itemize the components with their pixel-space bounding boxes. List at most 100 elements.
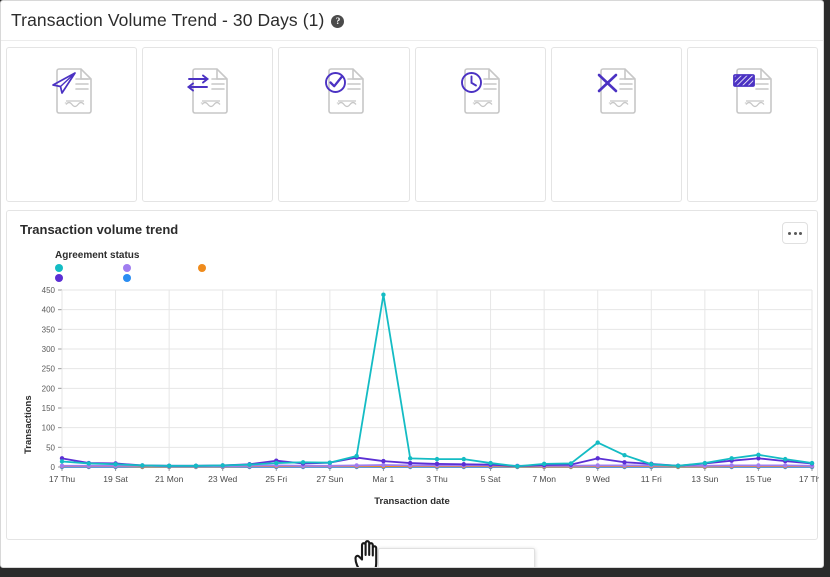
- kpi-card-completed[interactable]: x: [278, 47, 409, 202]
- legend-color-swatch: [198, 264, 206, 272]
- data-point[interactable]: [408, 461, 412, 465]
- data-point[interactable]: [113, 462, 117, 466]
- panel-header: Transaction volume trend: [7, 211, 817, 244]
- legend-item-in-progress[interactable]: [55, 274, 123, 282]
- x-tick-label: 27 Sun: [316, 474, 343, 484]
- data-point[interactable]: [622, 460, 626, 464]
- x-tick-label: 23 Wed: [208, 474, 237, 484]
- paper-plane-document-icon: x: [44, 61, 100, 123]
- help-circle-icon[interactable]: ?: [331, 15, 344, 28]
- chart-plot-area: Transactions 050100150200250300350400450…: [7, 282, 817, 514]
- check-circle-document-icon: x: [316, 61, 372, 123]
- data-point[interactable]: [462, 457, 466, 461]
- y-tick-label: 250: [42, 365, 56, 374]
- kpi-card-deleted[interactable]: x: [687, 47, 818, 202]
- legend-item-expired[interactable]: [198, 264, 210, 272]
- page-title: Transaction Volume Trend - 30 Days (1): [11, 10, 324, 31]
- x-tick-label: 19 Sat: [103, 474, 128, 484]
- data-point[interactable]: [435, 462, 439, 466]
- data-point[interactable]: [354, 463, 358, 467]
- screenshot-root: Transaction Volume Trend - 30 Days (1) ?…: [0, 0, 830, 577]
- hand-cursor-icon: [352, 539, 386, 568]
- exchange-arrows-document-icon: x: [180, 61, 236, 123]
- x-tick-label: 7 Mon: [532, 474, 556, 484]
- panel-title: Transaction volume trend: [20, 222, 178, 237]
- data-point[interactable]: [488, 461, 492, 465]
- x-tick-label: 17 Thu: [49, 474, 76, 484]
- data-point[interactable]: [649, 462, 653, 466]
- data-point[interactable]: [596, 456, 600, 460]
- legend-color-swatch: [123, 274, 131, 282]
- data-point[interactable]: [87, 461, 91, 465]
- data-point[interactable]: [596, 440, 600, 444]
- legend-item-completed[interactable]: [55, 264, 123, 272]
- data-point[interactable]: [408, 456, 412, 460]
- data-point[interactable]: [622, 453, 626, 457]
- y-axis-title: Transactions: [23, 395, 34, 454]
- dashboard-window: Transaction Volume Trend - 30 Days (1) ?…: [0, 0, 824, 568]
- data-point[interactable]: [515, 464, 519, 468]
- legend-row: [55, 274, 817, 282]
- y-tick-label: 350: [42, 325, 56, 334]
- data-point[interactable]: [676, 464, 680, 468]
- data-point[interactable]: [301, 460, 305, 464]
- data-point[interactable]: [140, 463, 144, 467]
- x-tick-label: 17 Thu: [799, 474, 819, 484]
- legend-color-swatch: [55, 274, 63, 282]
- x-mark-document-icon: x: [588, 61, 644, 123]
- data-point[interactable]: [221, 463, 225, 467]
- x-tick-label: 5 Sat: [481, 474, 501, 484]
- kebab-menu-icon[interactable]: [782, 222, 808, 244]
- data-point[interactable]: [542, 462, 546, 466]
- data-point[interactable]: [810, 461, 814, 465]
- y-tick-label: 100: [42, 424, 56, 433]
- legend-color-swatch: [123, 264, 131, 272]
- transaction-volume-trend-panel: Transaction volume trend Agreement statu…: [6, 210, 818, 540]
- data-point[interactable]: [167, 464, 171, 468]
- data-point[interactable]: [756, 463, 760, 467]
- data-point[interactable]: [274, 461, 278, 465]
- legend-row: [55, 264, 817, 272]
- y-tick-label: 0: [51, 463, 56, 472]
- data-point[interactable]: [729, 463, 733, 467]
- data-point[interactable]: [247, 462, 251, 466]
- data-point[interactable]: [462, 462, 466, 466]
- data-point[interactable]: [328, 460, 332, 464]
- clock-document-icon: x: [452, 61, 508, 123]
- x-tick-label: 11 Fri: [641, 474, 662, 484]
- kpi-card-in-progress[interactable]: x: [142, 47, 273, 202]
- kpi-card-expired[interactable]: x: [415, 47, 546, 202]
- legend-item-cancelled[interactable]: [123, 264, 198, 272]
- y-tick-label: 50: [46, 443, 55, 452]
- data-point[interactable]: [60, 464, 64, 468]
- line-chart-svg[interactable]: 05010015020025030035040045017 Thu19 Sat2…: [7, 282, 819, 494]
- chart-tooltip: [378, 548, 535, 568]
- data-point[interactable]: [194, 464, 198, 468]
- y-tick-label: 300: [42, 345, 56, 354]
- kpi-card-row: x x x x: [1, 41, 823, 206]
- legend-item-deleted[interactable]: [123, 274, 198, 282]
- data-point[interactable]: [60, 459, 64, 463]
- data-point[interactable]: [381, 293, 385, 297]
- data-point[interactable]: [783, 457, 787, 461]
- data-point[interactable]: [596, 463, 600, 467]
- data-point[interactable]: [756, 453, 760, 457]
- page-header: Transaction Volume Trend - 30 Days (1) ?: [1, 1, 823, 41]
- data-point[interactable]: [729, 456, 733, 460]
- legend-color-swatch: [55, 264, 63, 272]
- x-tick-label: 15 Tue: [745, 474, 771, 484]
- kpi-card-cancelled[interactable]: x: [551, 47, 682, 202]
- data-point[interactable]: [569, 461, 573, 465]
- data-point[interactable]: [435, 457, 439, 461]
- x-tick-label: 13 Sun: [691, 474, 718, 484]
- y-tick-label: 450: [42, 286, 56, 295]
- data-point[interactable]: [381, 459, 385, 463]
- data-point[interactable]: [703, 461, 707, 465]
- x-tick-label: 9 Wed: [586, 474, 611, 484]
- kpi-card-total-transactions[interactable]: x: [6, 47, 137, 202]
- data-point[interactable]: [354, 454, 358, 458]
- chart-legend: Agreement status: [7, 244, 817, 282]
- y-tick-label: 400: [42, 306, 56, 315]
- data-point[interactable]: [381, 463, 385, 467]
- data-point[interactable]: [783, 463, 787, 467]
